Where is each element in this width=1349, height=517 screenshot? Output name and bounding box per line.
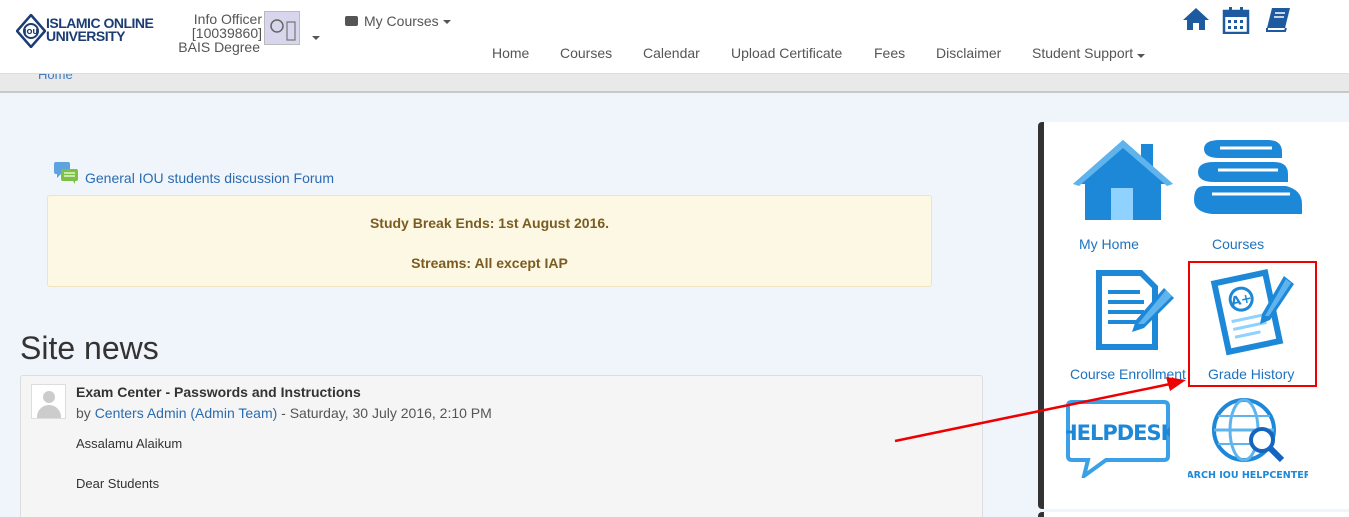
avatar-sketch-icon xyxy=(270,19,296,41)
tile-my-home-label: My Home xyxy=(1079,236,1139,252)
post-title: Exam Center - Passwords and Instructions xyxy=(76,384,361,400)
breadcrumb-home[interactable]: Home xyxy=(38,74,73,82)
books-stack-icon xyxy=(1194,140,1302,214)
tile-courses-label: Courses xyxy=(1212,236,1265,252)
chevron-down-icon xyxy=(1137,54,1146,59)
logo-text-line2: UNIVERSITY xyxy=(46,28,126,44)
breadcrumb-bar: Home xyxy=(0,74,1349,93)
top-navbar: IOU ISLAMIC ONLINE UNIVERSITY Info Offic… xyxy=(0,0,1349,74)
chevron-down-icon xyxy=(442,20,451,25)
post-author-link[interactable]: Centers Admin (Admin Team) xyxy=(95,405,278,421)
nav-fees[interactable]: Fees xyxy=(874,45,905,61)
logo-text: ISLAMIC ONLINE UNIVERSITY xyxy=(46,16,154,44)
house-icon xyxy=(1073,140,1173,220)
forum-link[interactable]: General IOU students discussion Forum xyxy=(85,170,334,186)
nav-student-support[interactable]: Student Support xyxy=(1032,45,1146,61)
post-author-avatar[interactable] xyxy=(31,384,66,419)
lower-panel xyxy=(1038,512,1349,517)
post-by-label: by xyxy=(76,405,95,421)
tile-helpdesk[interactable]: HELPDESK xyxy=(1066,398,1186,488)
post-body-salutation: Dear Students xyxy=(76,476,160,491)
calendar-icon[interactable] xyxy=(1222,6,1250,35)
forum-icon xyxy=(53,161,79,185)
avatar-head-shape xyxy=(43,391,55,403)
user-id: [10039860] xyxy=(191,25,262,41)
tile-course-enrollment[interactable]: Course Enrollment xyxy=(1070,266,1190,386)
my-courses-menu[interactable]: My Courses xyxy=(345,13,451,29)
tile-my-home[interactable]: My Home xyxy=(1071,136,1181,256)
helpdesk-speech-bubble-icon: HELPDESK xyxy=(1066,400,1170,478)
globe-search-icon: SEARCH IOU HELPCENTER xyxy=(1188,398,1308,481)
nav-courses[interactable]: Courses xyxy=(560,45,612,61)
home-icon[interactable] xyxy=(1182,6,1210,34)
user-avatar[interactable] xyxy=(264,11,300,45)
iou-logo-emblem: IOU xyxy=(15,13,47,49)
user-menu-caret-icon[interactable] xyxy=(312,36,320,40)
enrollment-form-icon xyxy=(1096,270,1174,350)
tile-course-enrollment-label: Course Enrollment xyxy=(1070,366,1186,382)
site-news-heading: Site news xyxy=(20,330,159,366)
notice-line-2: Streams: All except IAP xyxy=(411,255,568,271)
tile-courses[interactable]: Courses xyxy=(1190,136,1310,256)
study-break-notice: Study Break Ends: 1st August 2016. Strea… xyxy=(47,195,932,287)
news-post: Exam Center - Passwords and Instructions… xyxy=(20,375,983,517)
nav-upload-certificate[interactable]: Upload Certificate xyxy=(731,45,842,61)
nav-student-support-label: Student Support xyxy=(1032,45,1134,61)
briefcase-icon xyxy=(345,16,358,26)
svg-text:IOU: IOU xyxy=(24,28,39,36)
nav-disclaimer[interactable]: Disclaimer xyxy=(936,45,1001,61)
search-helpcenter-text: SEARCH IOU HELPCENTER xyxy=(1188,470,1308,481)
tile-search-helpcenter[interactable]: SEARCH IOU HELPCENTER xyxy=(1188,396,1308,486)
post-body-greeting: Assalamu Alaikum xyxy=(76,436,183,451)
my-courses-label: My Courses xyxy=(364,13,439,29)
post-meta: by Centers Admin (Admin Team) - Saturday… xyxy=(76,405,492,421)
post-date: - Saturday, 30 July 2016, 2:10 PM xyxy=(277,405,492,421)
user-name: Info Officer xyxy=(193,11,262,27)
helpdesk-text: HELPDESK xyxy=(1066,421,1170,445)
user-menu[interactable]: Info Officer [10039860] BAIS Degree xyxy=(170,12,262,54)
book-icon[interactable] xyxy=(1264,6,1292,34)
nav-home[interactable]: Home xyxy=(492,45,529,61)
nav-calendar[interactable]: Calendar xyxy=(643,45,700,61)
grade-history-highlight-box xyxy=(1188,261,1317,387)
user-program: BAIS Degree xyxy=(178,39,260,55)
avatar-body-shape xyxy=(37,405,61,418)
notice-line-1: Study Break Ends: 1st August 2016. xyxy=(369,215,610,231)
